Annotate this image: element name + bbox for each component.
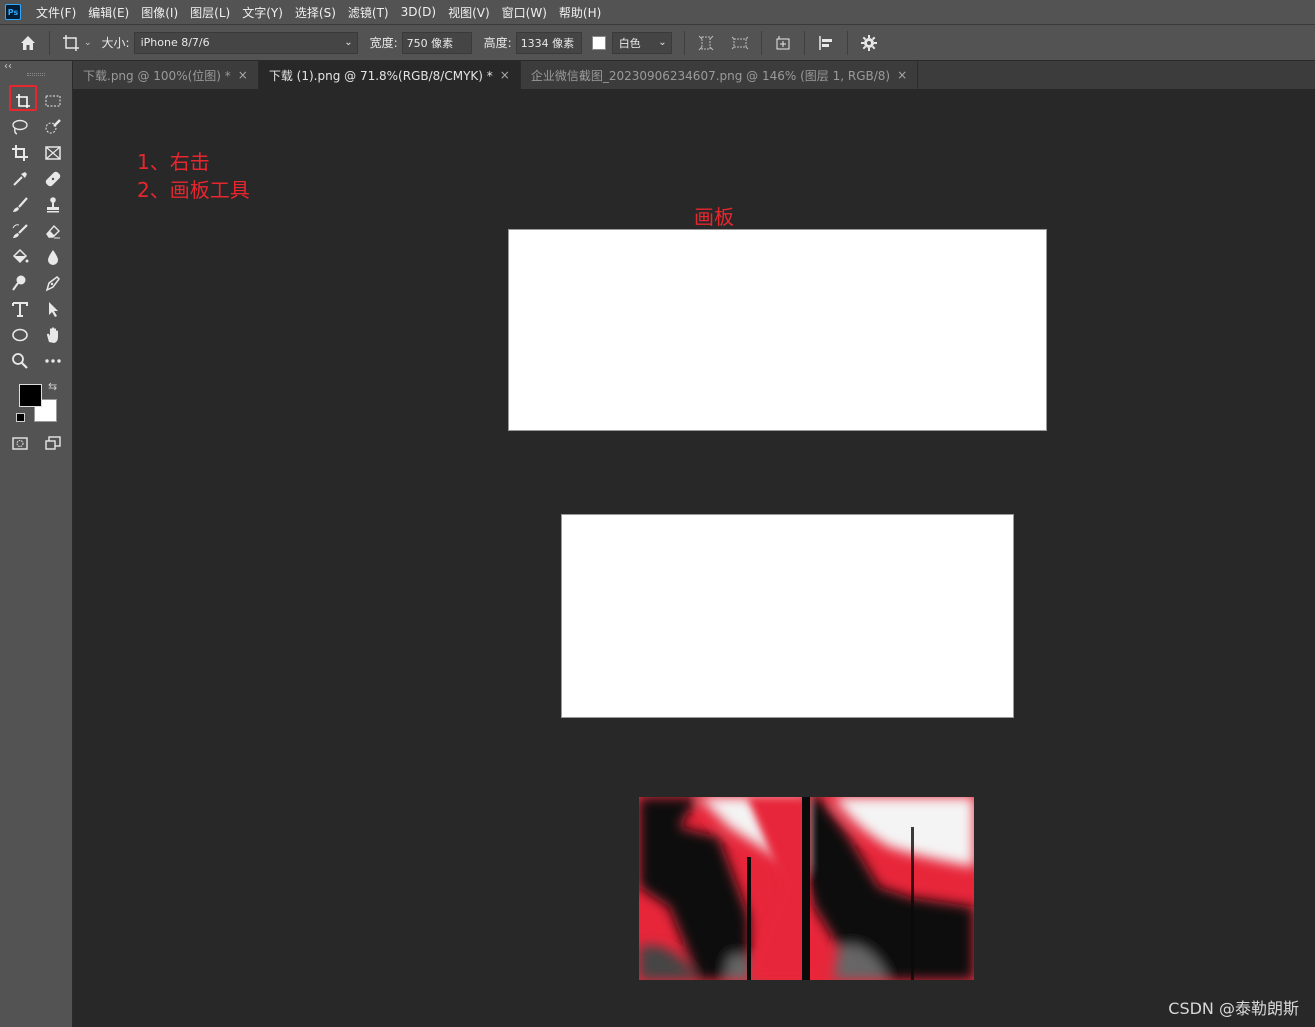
annotation-text: 1、右击 2、画板工具: [137, 148, 250, 204]
close-icon[interactable]: ×: [238, 68, 248, 82]
tab-label: 企业微信截图_20230906234607.png @ 146% (图层 1, …: [530, 68, 891, 83]
close-icon[interactable]: ×: [897, 68, 907, 82]
chevron-down-icon[interactable]: ⌄: [84, 38, 92, 48]
make-portrait-icon[interactable]: [693, 30, 719, 56]
type-tool-icon[interactable]: [7, 297, 33, 321]
menu-layer[interactable]: 图层(L): [184, 4, 236, 21]
artboard-2[interactable]: [561, 514, 1014, 718]
blur-tool-icon[interactable]: [40, 245, 66, 269]
separator: [49, 30, 50, 55]
artwork-image[interactable]: [639, 797, 974, 980]
menu-image[interactable]: 图像(I): [135, 4, 184, 21]
brush-tool-icon[interactable]: [7, 193, 33, 217]
close-icon[interactable]: ×: [500, 68, 510, 82]
color-swatch[interactable]: [591, 35, 606, 50]
align-left-icon[interactable]: [813, 30, 839, 56]
size-select[interactable]: iPhone 8/7/6 ⌄: [133, 31, 358, 54]
menu-view[interactable]: 视图(V): [442, 4, 496, 21]
height-input[interactable]: 1334 像素: [515, 31, 582, 54]
document-tabs: 下载.png @ 100%(位图) * × 下载 (1).png @ 71.8%…: [73, 61, 1315, 89]
quick-mask-icon[interactable]: [7, 431, 33, 455]
menu-help[interactable]: 帮助(H): [553, 4, 607, 21]
tab-download-1-png[interactable]: 下载 (1).png @ 71.8%(RGB/8/CMYK) * ×: [258, 61, 521, 89]
dodge-tool-icon[interactable]: [7, 271, 33, 295]
photoshop-logo: Ps: [5, 4, 21, 20]
color-select-value: 白色: [618, 36, 641, 50]
chevron-down-icon: ⌄: [658, 37, 667, 48]
default-colors-icon[interactable]: [16, 413, 25, 422]
menu-window[interactable]: 窗口(W): [496, 4, 553, 21]
eraser-tool-icon[interactable]: [40, 219, 66, 243]
annotation-line-2: 2、画板工具: [137, 178, 250, 202]
path-selection-tool-icon[interactable]: [40, 297, 66, 321]
menu-select[interactable]: 选择(S): [289, 4, 342, 21]
height-label: 高度:: [483, 36, 512, 50]
crop-tool-icon[interactable]: [7, 141, 33, 165]
pen-tool-icon[interactable]: [40, 271, 66, 295]
clone-stamp-tool-icon[interactable]: [40, 193, 66, 217]
hand-tool-icon[interactable]: [40, 323, 66, 347]
tab-label: 下载.png @ 100%(位图) *: [83, 68, 231, 83]
zoom-tool-icon[interactable]: [7, 349, 33, 373]
menu-file[interactable]: 文件(F): [30, 4, 82, 21]
size-label: 大小:: [101, 36, 130, 50]
eyedropper-tool-icon[interactable]: [7, 167, 33, 191]
tab-download-png[interactable]: 下载.png @ 100%(位图) * ×: [73, 61, 259, 89]
menu-3d[interactable]: 3D(D): [395, 5, 442, 19]
watermark: CSDN @泰勒朗斯: [1168, 999, 1299, 1018]
more-tools-icon[interactable]: [40, 349, 66, 373]
separator: [803, 30, 805, 55]
paint-bucket-tool-icon[interactable]: [7, 245, 33, 269]
marquee-tool-icon[interactable]: [40, 89, 66, 113]
frame-tool-icon[interactable]: [40, 141, 66, 165]
annotation-line-1: 1、右击: [137, 150, 210, 174]
quick-selection-tool-icon[interactable]: [40, 115, 66, 139]
size-select-value: iPhone 8/7/6: [140, 36, 210, 49]
gear-icon[interactable]: [856, 30, 882, 56]
document-canvas[interactable]: 1、右击 2、画板工具 画板 CSDN @泰勒朗斯: [73, 89, 1315, 1027]
chevron-down-icon: ⌄: [344, 37, 353, 48]
separator: [760, 30, 762, 55]
swap-colors-icon[interactable]: ⇆: [48, 380, 57, 393]
options-bar: ⌄ 大小: iPhone 8/7/6 ⌄ 宽度: 750 像素 高度: 1334…: [0, 24, 1315, 61]
tab-wecom-screenshot[interactable]: 企业微信截图_20230906234607.png @ 146% (图层 1, …: [521, 61, 919, 89]
lasso-tool-icon[interactable]: [7, 115, 33, 139]
ellipse-tool-icon[interactable]: [7, 323, 33, 347]
width-label: 宽度:: [369, 36, 398, 50]
history-brush-tool-icon[interactable]: [7, 219, 33, 243]
color-select[interactable]: 白色 ⌄: [611, 31, 672, 54]
tab-label: 下载 (1).png @ 71.8%(RGB/8/CMYK) *: [268, 68, 493, 83]
width-input[interactable]: 750 像素: [401, 31, 472, 54]
menu-type[interactable]: 文字(Y): [236, 4, 289, 21]
healing-brush-tool-icon[interactable]: [40, 167, 66, 191]
home-icon[interactable]: [15, 30, 41, 56]
foreground-color-swatch[interactable]: [19, 384, 42, 407]
screen-mode-icon[interactable]: [40, 431, 66, 455]
artboard-label[interactable]: 画板: [694, 201, 734, 230]
panel-grip[interactable]: [27, 73, 45, 76]
artboard-tool-preset-icon[interactable]: [58, 30, 84, 56]
collapse-panel-icon[interactable]: ‹‹: [4, 61, 12, 72]
artboard-1[interactable]: [508, 229, 1047, 431]
separator: [683, 30, 685, 55]
add-artboard-icon[interactable]: [770, 30, 796, 56]
tools-panel: ‹‹ ⇆: [0, 61, 73, 1027]
separator: [846, 30, 848, 55]
artboard-tool-icon[interactable]: [10, 89, 36, 113]
make-landscape-icon[interactable]: [727, 30, 753, 56]
menu-filter[interactable]: 滤镜(T): [342, 4, 395, 21]
menu-edit[interactable]: 编辑(E): [82, 4, 135, 21]
menu-bar: Ps 文件(F) 编辑(E) 图像(I) 图层(L) 文字(Y) 选择(S) 滤…: [0, 0, 1315, 24]
